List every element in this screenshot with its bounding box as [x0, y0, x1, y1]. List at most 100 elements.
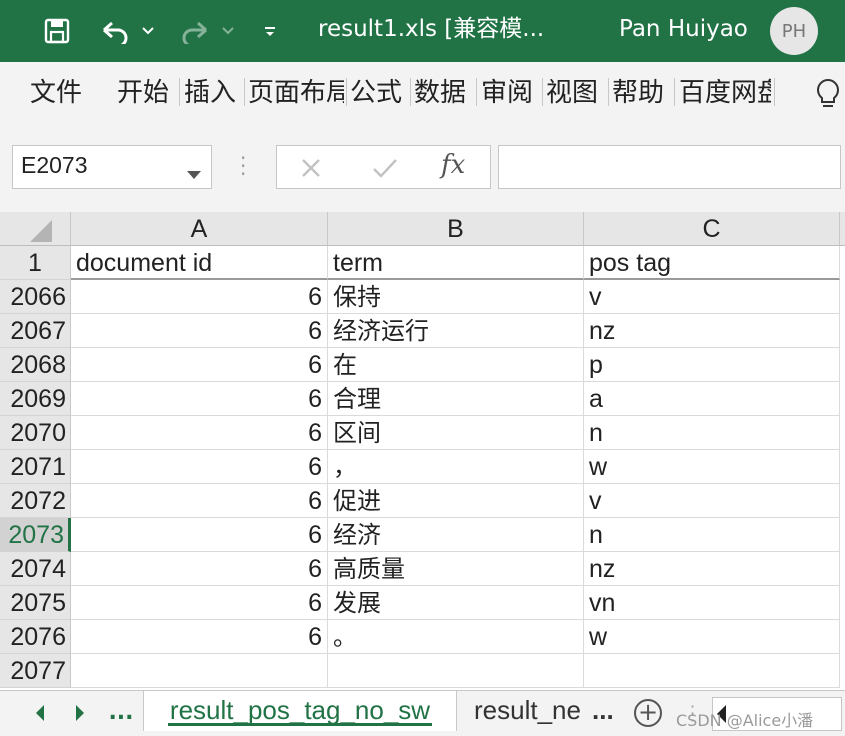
cell-term[interactable]: 。 [328, 620, 584, 654]
name-box[interactable]: E2073 [12, 145, 212, 189]
column-header-next[interactable] [840, 212, 845, 246]
formula-bar-area: E2073 · · · fx [0, 122, 845, 212]
formula-input[interactable] [498, 145, 841, 189]
cell-term[interactable]: 在 [328, 348, 584, 382]
scroll-sheets-right-icon[interactable] [68, 697, 92, 729]
cell-pos-tag[interactable]: v [584, 280, 840, 314]
cell-term[interactable] [328, 654, 584, 688]
cell-pos-tag[interactable]: w [584, 620, 840, 654]
tab-separator [542, 78, 543, 106]
cell-document-id[interactable]: 6 [71, 450, 328, 484]
cell-pos-tag[interactable]: nz [584, 552, 840, 586]
row-header[interactable]: 2074 [0, 552, 71, 586]
row-header[interactable]: 2069 [0, 382, 71, 416]
cell-pos-tag[interactable]: w [584, 450, 840, 484]
row-header[interactable]: 2066 [0, 280, 71, 314]
tab-review[interactable]: 审阅 [481, 76, 539, 110]
more-sheets-right[interactable]: ... [592, 691, 626, 731]
row-header[interactable]: 2067 [0, 314, 71, 348]
cancel-icon[interactable] [299, 156, 323, 184]
row-header[interactable]: 2077 [0, 654, 71, 688]
active-tab-indicator [168, 723, 432, 726]
cell-document-id[interactable]: 6 [71, 416, 328, 450]
window-title: result1.xls [兼容模... [318, 16, 545, 42]
save-icon[interactable] [40, 12, 74, 50]
tab-data[interactable]: 数据 [414, 76, 472, 110]
row-header[interactable]: 2072 [0, 484, 71, 518]
more-sheets-left[interactable]: ... [104, 697, 138, 729]
row-header-active[interactable]: 2073 [0, 518, 71, 552]
title-bar: result1.xls [兼容模... Pan Huiyao PH [0, 0, 845, 62]
cell-document-id[interactable]: 6 [71, 348, 328, 382]
cell-term[interactable]: 保持 [328, 280, 584, 314]
watermark: CSDN @Alice小潘 [676, 711, 814, 730]
header-cell-document-id[interactable]: document id [71, 246, 328, 280]
customize-toolbar-icon[interactable] [258, 12, 282, 50]
tab-baidu-netdisk[interactable]: 百度网盘 [679, 76, 771, 110]
row-header[interactable]: 2076 [0, 620, 71, 654]
cell-pos-tag[interactable]: p [584, 348, 840, 382]
avatar[interactable]: PH [770, 7, 818, 55]
tab-home[interactable]: 开始 [117, 76, 175, 110]
cell-term[interactable]: 合理 [328, 382, 584, 416]
cell-document-id[interactable]: 6 [71, 586, 328, 620]
header-cell-term[interactable]: term [328, 246, 584, 280]
row-header[interactable]: 2075 [0, 586, 71, 620]
cell-pos-tag[interactable]: nz [584, 314, 840, 348]
sheet-tab-bar: ... result_pos_tag_no_sw result_ne ... +… [0, 690, 845, 736]
lightbulb-icon[interactable] [814, 78, 842, 114]
tab-help[interactable]: 帮助 [612, 76, 670, 110]
user-name[interactable]: Pan Huiyao [619, 12, 748, 46]
cell-document-id[interactable]: 6 [71, 314, 328, 348]
cell-document-id[interactable]: 6 [71, 620, 328, 654]
cell-document-id[interactable]: 6 [71, 382, 328, 416]
drag-handle-icon[interactable]: · · · [240, 148, 246, 184]
column-header-b[interactable]: B [328, 212, 584, 246]
cell-pos-tag[interactable]: n [584, 416, 840, 450]
cell-term[interactable]: 区间 [328, 416, 584, 450]
tab-separator [774, 78, 775, 106]
cell-pos-tag[interactable] [584, 654, 840, 688]
cell-pos-tag[interactable]: n [584, 518, 840, 552]
tab-separator [476, 78, 477, 106]
row-header[interactable]: 1 [0, 246, 71, 280]
cell-term[interactable]: ， [328, 450, 584, 484]
tab-file[interactable]: 文件 [30, 76, 88, 110]
chevron-down-icon[interactable] [187, 164, 201, 183]
tab-page-layout[interactable]: 页面布局 [248, 76, 344, 110]
cell-pos-tag[interactable]: a [584, 382, 840, 416]
row-header[interactable]: 2071 [0, 450, 71, 484]
column-header-a[interactable]: A [71, 212, 328, 246]
column-header-c[interactable]: C [584, 212, 840, 246]
name-box-value: E2073 [21, 152, 88, 178]
cell-pos-tag[interactable]: v [584, 484, 840, 518]
tab-formulas[interactable]: 公式 [350, 76, 408, 110]
row-header[interactable]: 2068 [0, 348, 71, 382]
cell-term[interactable]: 高质量 [328, 552, 584, 586]
cell-term[interactable]: 经济 [328, 518, 584, 552]
cell-document-id[interactable]: 6 [71, 518, 328, 552]
tab-insert[interactable]: 插入 [184, 76, 242, 110]
cell-term[interactable]: 发展 [328, 586, 584, 620]
select-all-corner[interactable] [0, 212, 71, 246]
cell-pos-tag[interactable]: vn [584, 586, 840, 620]
row-header[interactable]: 2070 [0, 416, 71, 450]
tab-separator [410, 78, 411, 106]
insert-function-icon[interactable]: fx [441, 150, 465, 180]
cell-term[interactable]: 经济运行 [328, 314, 584, 348]
cell-document-id[interactable]: 6 [71, 552, 328, 586]
cell-document-id[interactable] [71, 654, 328, 688]
redo-icon[interactable] [178, 12, 212, 50]
worksheet-grid: A B C 1 document id term pos tag 2066 6 … [0, 212, 845, 690]
undo-icon[interactable] [98, 12, 132, 50]
redo-dropdown-icon[interactable] [218, 12, 238, 50]
cell-term[interactable]: 促进 [328, 484, 584, 518]
add-sheet-icon[interactable]: + [634, 699, 662, 727]
enter-check-icon[interactable] [371, 156, 399, 184]
tab-view[interactable]: 视图 [546, 76, 604, 110]
header-cell-pos-tag[interactable]: pos tag [584, 246, 840, 280]
cell-document-id[interactable]: 6 [71, 484, 328, 518]
cell-document-id[interactable]: 6 [71, 280, 328, 314]
scroll-sheets-left-icon[interactable] [28, 697, 52, 729]
undo-dropdown-icon[interactable] [138, 12, 158, 50]
